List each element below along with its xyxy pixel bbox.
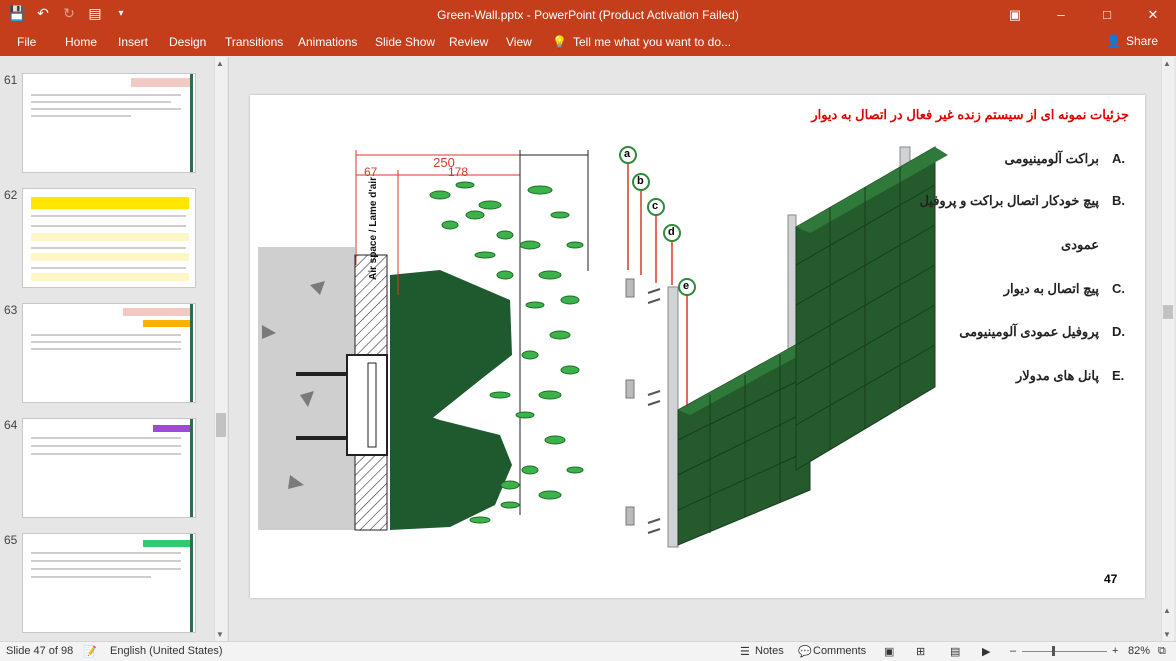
callout-e: e — [683, 280, 690, 292]
exploded-diagram — [619, 146, 948, 548]
slide-thumbnail[interactable] — [22, 533, 196, 633]
lightbulb-icon: 💡 — [552, 35, 567, 49]
tab-slide-show[interactable]: Slide Show — [375, 35, 435, 49]
normal-view-icon[interactable]: ▣ — [884, 645, 894, 658]
callout-c: c — [652, 200, 659, 212]
zoom-level[interactable]: 82% — [1128, 645, 1150, 657]
share-button[interactable]: 👤 Share — [1106, 34, 1158, 48]
tab-insert[interactable]: Insert — [118, 35, 148, 49]
comments-icon: 💬 — [798, 646, 812, 658]
tab-transitions[interactable]: Transitions — [225, 35, 283, 49]
thumbnail-pane: 61 62 63 64 65 ▲ ▼ — [0, 57, 229, 641]
scroll-thumb[interactable] — [216, 413, 226, 437]
thumbnail-number: 65 — [4, 533, 18, 547]
notes-icon: ☰ — [740, 646, 750, 658]
status-bar: Slide 47 of 98 📝 English (United States)… — [0, 641, 1176, 661]
ribbon: File Home Insert Design Transitions Anim… — [0, 30, 1176, 56]
spellcheck-icon[interactable]: 📝 — [83, 645, 97, 658]
tell-me-box[interactable]: 💡 Tell me what you want to do... — [552, 35, 731, 49]
scroll-down-icon[interactable]: ▼ — [216, 630, 224, 639]
slide-thumbnail[interactable] — [22, 418, 196, 518]
next-slide-icon[interactable]: ▼ — [1163, 630, 1171, 639]
tab-file[interactable]: File — [17, 35, 36, 49]
zoom-slider[interactable] — [1022, 651, 1107, 652]
item-text: پروفیل عمودی آلومینیومی — [959, 324, 1099, 339]
slide-canvas[interactable]: جزئیات نمونه ای از سیستم زنده غیر فعال د… — [250, 95, 1145, 598]
thumbnail-number: 63 — [4, 303, 18, 317]
tell-me-text: Tell me what you want to do... — [572, 35, 732, 49]
slide-thumbnail[interactable] — [22, 188, 196, 288]
item-text: پیچ خودکار اتصال براکت و پروفیل — [919, 193, 1099, 208]
notes-button[interactable]: Notes — [755, 645, 784, 657]
zoom-slider-handle[interactable] — [1052, 646, 1055, 656]
tab-animations[interactable]: Animations — [298, 35, 357, 49]
slide-thumbnail[interactable] — [22, 303, 196, 403]
language-indicator[interactable]: English (United States) — [110, 645, 223, 657]
thumbnail-number: 61 — [4, 73, 18, 87]
tab-view[interactable]: View — [506, 35, 532, 49]
maximize-icon[interactable]: □ — [1084, 0, 1130, 30]
fit-to-window-icon[interactable]: ⧉ — [1158, 645, 1166, 658]
scroll-up-icon[interactable]: ▲ — [216, 59, 224, 68]
scroll-thumb[interactable] — [1163, 305, 1173, 319]
slide-counter: Slide 47 of 98 — [6, 645, 74, 657]
item-letter: E. — [1112, 368, 1125, 383]
tab-review[interactable]: Review — [449, 35, 488, 49]
item-text: پانل های مدولار — [1015, 368, 1099, 383]
slide-page-number: 47 — [1104, 572, 1118, 586]
comments-button[interactable]: Comments — [813, 645, 866, 657]
scroll-up-icon[interactable]: ▲ — [1163, 59, 1171, 68]
callout-a: a — [624, 148, 631, 160]
share-label: Share — [1125, 34, 1158, 48]
slide-scrollbar[interactable]: ▲ ▲ ▼ — [1161, 57, 1174, 641]
minimize-icon[interactable]: – — [1038, 0, 1084, 30]
thumbnail-number: 62 — [4, 188, 18, 202]
item-letter: B. — [1112, 193, 1125, 208]
item-letter: C. — [1112, 281, 1125, 296]
zoom-out-icon[interactable]: – — [1010, 645, 1016, 657]
previous-slide-icon[interactable]: ▲ — [1163, 606, 1171, 615]
close-icon[interactable]: ✕ — [1130, 0, 1176, 30]
tab-home[interactable]: Home — [65, 35, 97, 49]
item-letter: A. — [1112, 151, 1125, 166]
callout-d: d — [668, 226, 675, 238]
slideshow-icon[interactable]: ▶ — [982, 645, 990, 658]
item-text: عمودی — [1061, 237, 1099, 252]
person-icon: 👤 — [1106, 34, 1121, 48]
restore-icon[interactable]: ▣ — [992, 0, 1038, 30]
slide-sorter-icon[interactable]: ⊞ — [916, 645, 925, 658]
thumbnail-number: 64 — [4, 418, 18, 432]
reading-view-icon[interactable]: ▤ — [950, 645, 960, 658]
thumbnail-scrollbar[interactable]: ▲ ▼ — [214, 57, 227, 641]
item-text: براکت آلومینیومی — [1004, 151, 1099, 166]
slide-thumbnail[interactable] — [22, 73, 196, 173]
item-letter: D. — [1112, 324, 1125, 339]
zoom-in-icon[interactable]: + — [1112, 645, 1118, 657]
callout-b: b — [637, 175, 644, 187]
item-text: پیچ اتصال به دیوار — [1003, 281, 1099, 296]
tab-design[interactable]: Design — [169, 35, 206, 49]
title-bar: 💾 ↶ ↻ ▤ ▾ Green-Wall.pptx - PowerPoint (… — [0, 0, 1176, 30]
